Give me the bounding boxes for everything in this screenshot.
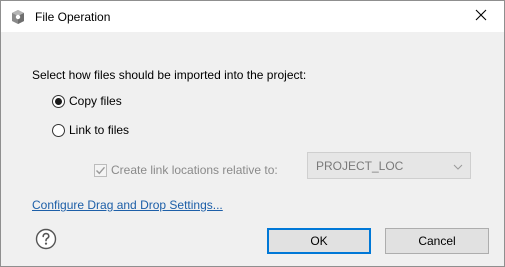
- checkmark-icon: [94, 163, 107, 177]
- relative-link-label: Create link locations relative to:: [111, 163, 278, 177]
- radio-selected-icon: [52, 94, 65, 108]
- help-icon: [35, 228, 57, 253]
- path-variable-select[interactable]: PROJECT_LOC: [307, 152, 471, 179]
- ok-button[interactable]: OK: [267, 228, 371, 254]
- cancel-button[interactable]: Cancel: [385, 228, 489, 254]
- help-button[interactable]: [35, 228, 57, 250]
- radio-unselected-icon: [52, 123, 65, 137]
- link-to-files-label: Link to files: [69, 123, 130, 137]
- close-icon: [475, 9, 487, 24]
- title-bar: File Operation: [1, 1, 504, 32]
- chevron-down-icon: [453, 159, 463, 173]
- link-to-files-radio[interactable]: Link to files: [52, 123, 129, 137]
- close-button[interactable]: [458, 1, 504, 32]
- copy-files-label: Copy files: [69, 94, 122, 108]
- configure-drag-drop-link[interactable]: Configure Drag and Drop Settings...: [32, 198, 223, 212]
- relative-link-checkbox[interactable]: Create link locations relative to:: [94, 163, 278, 177]
- path-variable-value: PROJECT_LOC: [316, 158, 404, 173]
- copy-files-radio[interactable]: Copy files: [52, 94, 122, 108]
- window-title: File Operation: [35, 10, 111, 24]
- file-operation-dialog: File Operation Select how files should b…: [0, 0, 505, 267]
- import-prompt: Select how files should be imported into…: [32, 68, 307, 82]
- dialog-content: Select how files should be imported into…: [1, 32, 504, 266]
- app-icon: [10, 9, 26, 25]
